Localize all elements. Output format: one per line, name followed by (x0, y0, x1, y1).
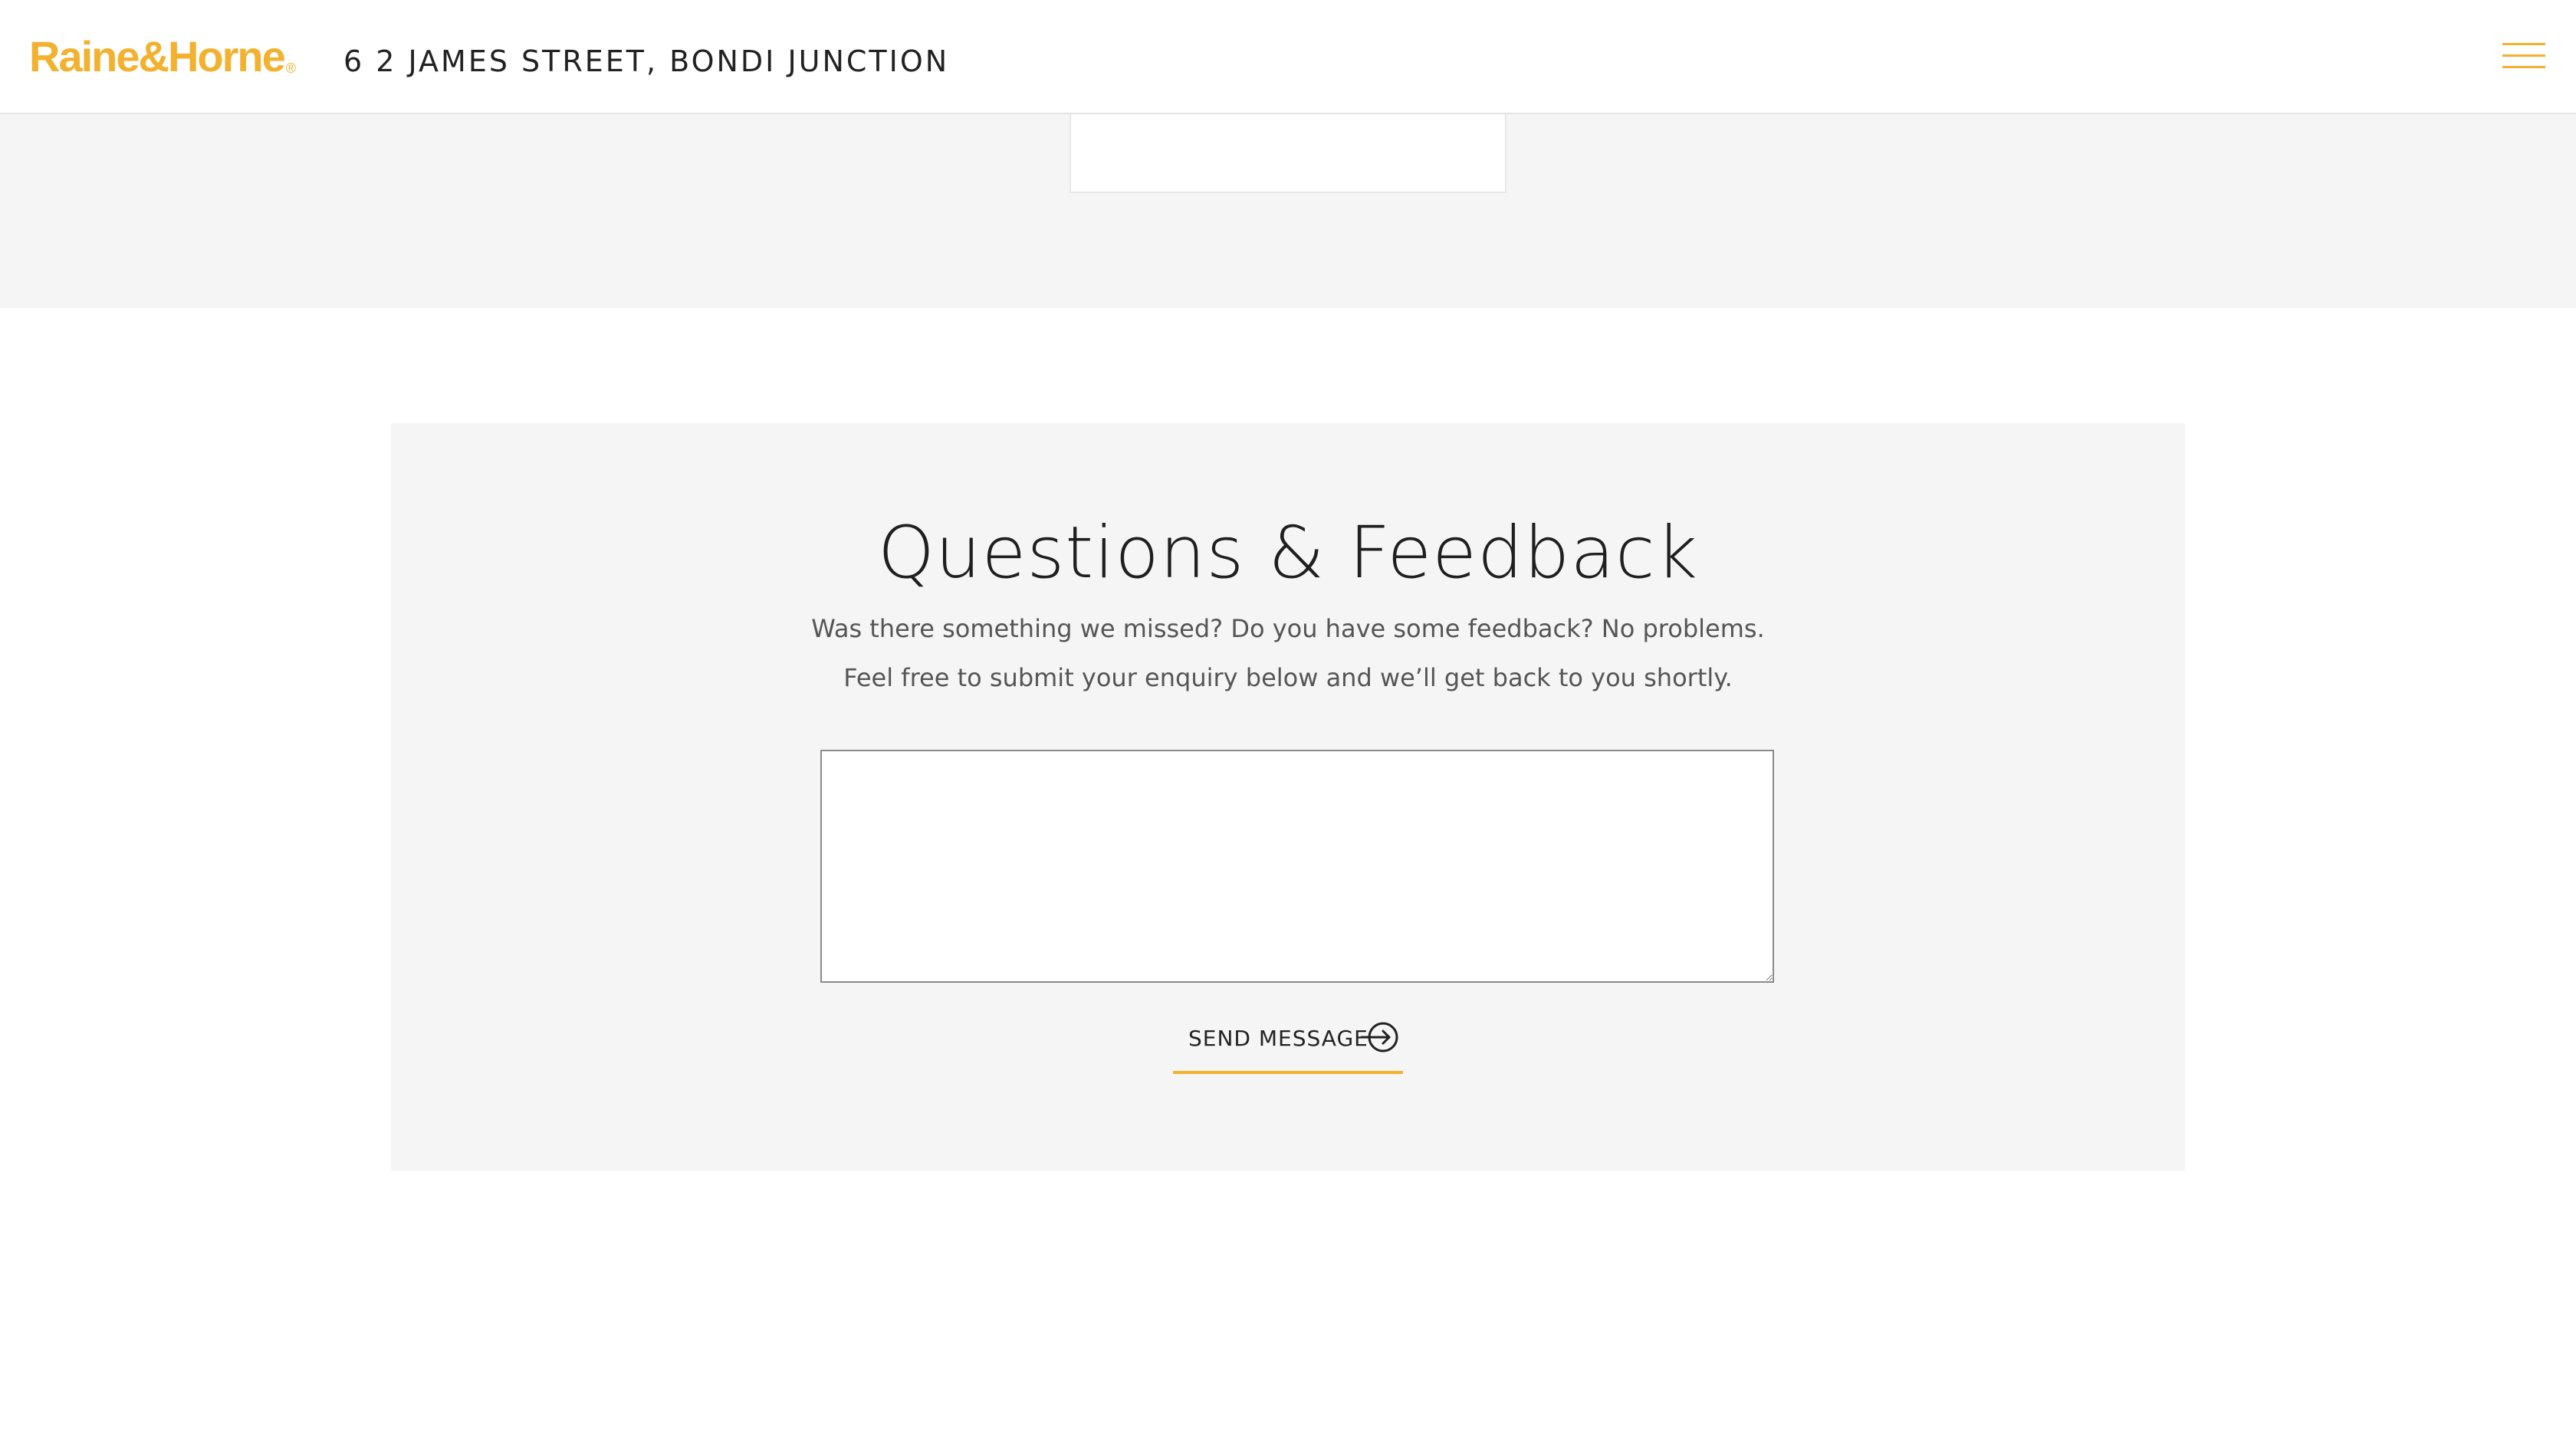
white-card (1070, 114, 1506, 193)
feedback-panel: Questions & Feedback Was there something… (391, 423, 2185, 1171)
property-address: 6 2 JAMES STREET, BONDI JUNCTION (343, 44, 950, 78)
feedback-description-line-1: Was there something we missed? Do you ha… (811, 614, 1765, 643)
send-message-label: SEND MESSAGE (1188, 1026, 1368, 1051)
logo-registered-mark: ® (285, 61, 296, 76)
feedback-description-line-2: Feel free to submit your enquiry below a… (843, 663, 1733, 692)
hamburger-menu-icon (2502, 43, 2545, 68)
send-message-button[interactable]: SEND MESSAGE (1173, 1020, 1403, 1074)
logo-text: Raine&Horne (29, 32, 286, 80)
raine-horne-logo[interactable]: Raine&Horne ® (29, 29, 296, 96)
feedback-title: Questions & Feedback (877, 511, 1699, 595)
message-textarea[interactable] (820, 750, 1774, 983)
menu-button[interactable] (2502, 38, 2545, 74)
site-header: Raine&Horne ® 6 2 JAMES STREET, BONDI JUN… (0, 0, 2576, 114)
arrow-circle-right-icon (1360, 1022, 1398, 1053)
